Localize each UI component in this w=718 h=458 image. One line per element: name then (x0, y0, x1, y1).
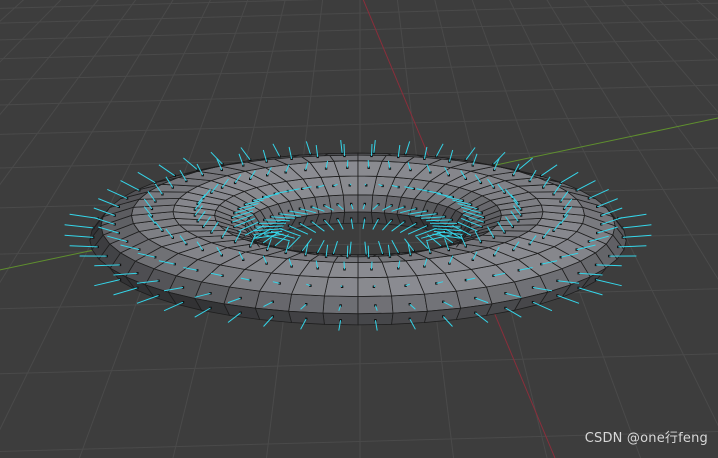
face-normal-line (113, 287, 138, 296)
face-normal-line (618, 213, 647, 219)
face-normal-line (340, 140, 343, 154)
face-normal-line (435, 143, 444, 157)
grid-line (0, 19, 718, 41)
face-normal-line (576, 180, 596, 191)
face-normal-line (367, 160, 370, 168)
face-normal-line (332, 241, 338, 255)
face-normal-line (541, 164, 558, 177)
face-normal-line (305, 141, 311, 155)
face-normal-line (343, 261, 345, 270)
face-normal-line (69, 213, 98, 219)
face-normal-line (349, 241, 352, 255)
3d-viewport[interactable]: CSDN @one行feng (0, 0, 718, 458)
grid-line (0, 353, 718, 375)
face-normal-line (158, 164, 175, 177)
grid-line (0, 84, 718, 106)
grid-line (0, 59, 718, 81)
face-normal-line (391, 239, 399, 254)
face-normal-line (560, 171, 579, 184)
face-normal-line (94, 279, 121, 287)
face-normal-line (64, 234, 94, 238)
face-normal-line (137, 171, 156, 184)
face-normal-line (371, 261, 373, 270)
grid-line (0, 0, 320, 9)
face-normal-line (622, 224, 652, 229)
face-normal-line (346, 160, 349, 168)
face-normal-line (317, 239, 325, 254)
face-normal-line (183, 157, 198, 170)
torus-mesh[interactable] (89, 151, 627, 326)
face-normal-line (595, 279, 622, 287)
face-normal-line (346, 245, 349, 258)
grid-line (0, 2, 718, 24)
face-normal-line (64, 224, 94, 229)
face-normal-line (373, 140, 376, 154)
watermark-text: CSDN @one行feng (584, 431, 708, 446)
viewport-canvas[interactable] (0, 0, 718, 458)
face-normal-line (367, 245, 370, 258)
face-normal-line (136, 295, 159, 304)
face-normal-line (578, 287, 603, 296)
grid-line (0, 38, 718, 60)
face-normal-line (343, 143, 345, 156)
face-normal-line (272, 143, 281, 157)
grid-line (0, 113, 718, 135)
face-normal-line (120, 180, 140, 191)
face-normal-line (371, 143, 373, 156)
face-normal-line (557, 295, 580, 304)
face-normal-line (405, 141, 411, 155)
